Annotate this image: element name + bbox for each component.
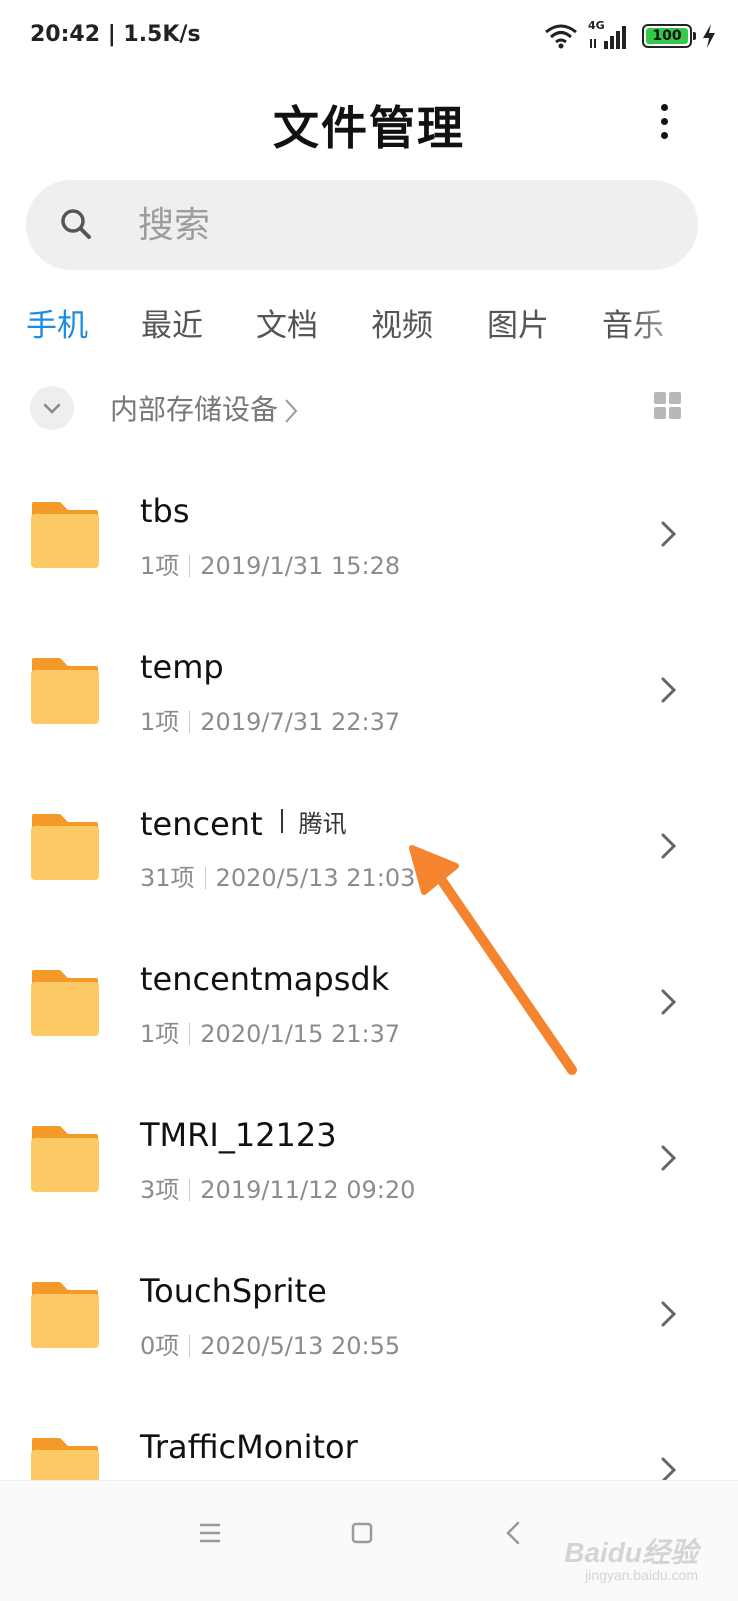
page-title: 文件管理 [273,101,465,155]
item-count: 1项 [140,1020,180,1048]
header: 文件管理 [0,76,738,172]
file-name: TMRI_12123 [140,1116,337,1154]
tab-videos[interactable]: 视频 [371,300,433,345]
folder-icon [31,1126,99,1192]
more-options-button[interactable] [650,100,680,144]
file-row[interactable]: tencent 腾讯 31项 2020/5/13 21:03 [0,766,738,922]
item-count: 31项 [140,864,195,892]
collapse-button[interactable] [30,386,74,430]
folder-icon [31,814,99,880]
file-name: tencentmapsdk [140,960,390,998]
file-meta: 1项 2019/1/31 15:28 [140,546,400,581]
file-meta: 1项 2020/1/15 21:37 [140,1014,400,1049]
file-meta: 1项 2019/7/31 22:37 [140,702,400,737]
baidu-watermark-url: jingyan.baidu.com [585,1567,698,1583]
chevron-right-icon [661,677,677,703]
folder-icon [31,502,99,568]
folder-icon [31,970,99,1036]
tab-images[interactable]: 图片 [487,300,549,345]
item-count: 3项 [140,1176,180,1204]
file-alias: 腾讯 [298,810,347,838]
modified-date: 2019/11/12 09:20 [200,1176,416,1204]
item-count: 1项 [140,708,180,736]
file-row[interactable]: TouchSprite 0项 2020/5/13 20:55 [0,1234,738,1390]
file-row[interactable]: TMRI_12123 3项 2019/11/12 09:20 [0,1078,738,1234]
chevron-right-icon [661,1145,677,1171]
folder-icon [31,1282,99,1348]
file-row[interactable]: tbs 1项 2019/1/31 15:28 [0,454,738,610]
file-name: tencent 腾讯 [140,805,347,843]
search-icon [61,209,91,239]
modified-date: 2020/5/13 21:03 [215,864,416,892]
file-name: TrafficMonitor [140,1428,358,1466]
tab-phone[interactable]: 手机 [26,300,88,345]
search-input[interactable] [138,180,658,270]
modified-date: 2020/1/15 21:37 [200,1020,401,1048]
chevron-right-icon [285,399,298,423]
chevron-right-icon [661,989,677,1015]
navigation-bar: Baidu经验 jingyan.baidu.com [0,1480,738,1601]
baidu-watermark: Baidu经验 [564,1537,698,1568]
file-name: temp [140,648,224,686]
grid-view-icon[interactable] [654,392,682,420]
status-time-speed: 20:42 | 1.5K/s [30,22,201,47]
file-meta: 31项 2020/5/13 21:03 [140,858,415,893]
status-icons: 4G 100 [544,19,716,52]
search-bar[interactable] [26,180,698,270]
chevron-down-icon [43,403,61,414]
charging-icon [703,24,715,48]
battery-level: 100 [652,28,682,44]
file-name: TouchSprite [140,1272,327,1310]
chevron-right-icon [661,1457,677,1480]
chevron-right-icon [661,833,677,859]
chevron-right-icon [661,1301,677,1327]
item-count: 1项 [140,552,180,580]
tab-documents[interactable]: 文档 [256,300,318,345]
tabs-fade [628,290,738,360]
folder-icon [31,658,99,724]
category-tabs: 手机 最近 文档 视频 图片 音乐 [0,290,738,360]
path-row: 内部存储设备 [0,380,738,436]
battery-icon: 100 [642,24,696,48]
modified-date: 2019/7/31 22:37 [200,708,401,736]
back-icon[interactable] [494,1513,534,1553]
wifi-icon [545,24,577,49]
modified-date: 2020/5/13 20:55 [200,1332,401,1360]
file-row[interactable]: temp 1项 2019/7/31 22:37 [0,610,738,766]
breadcrumb[interactable]: 内部存储设备 [110,388,298,428]
breadcrumb-label: 内部存储设备 [110,393,279,426]
file-list: tbs 1项 2019/1/31 15:28 temp 1项 2019/7/31 2… [0,454,738,1480]
file-meta: 0项 2020/5/13 20:55 [140,1326,400,1361]
menu-icon[interactable] [190,1513,230,1553]
tab-recent[interactable]: 最近 [141,300,203,345]
home-icon[interactable] [342,1513,382,1553]
file-row[interactable]: TrafficMonitor [0,1390,738,1480]
status-bar: 20:42 | 1.5K/s 4G 100 [0,0,738,76]
item-count: 0项 [140,1332,180,1360]
file-row[interactable]: tencentmapsdk 1项 2020/1/15 21:37 [0,922,738,1078]
file-meta: 3项 2019/11/12 09:20 [140,1170,415,1205]
chevron-right-icon [661,521,677,547]
modified-date: 2019/1/31 15:28 [200,552,401,580]
folder-icon [31,1438,99,1480]
file-name: tbs [140,492,190,530]
signal-icon: 4G [588,19,632,51]
